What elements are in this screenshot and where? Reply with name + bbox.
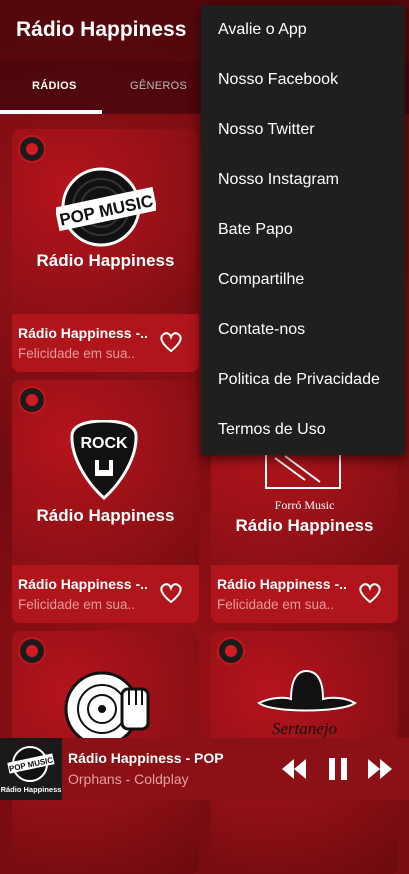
station-badge-icon bbox=[18, 135, 46, 163]
menu-item-share[interactable]: Compartilhe bbox=[218, 271, 304, 289]
tab-indicator bbox=[0, 110, 102, 114]
now-playing-subtitle: Orphans - Coldplay bbox=[68, 771, 189, 787]
menu-item-terms[interactable]: Termos de Uso bbox=[218, 421, 326, 439]
overflow-menu: Avalie o App Nosso Facebook Nosso Twitte… bbox=[201, 5, 405, 455]
guitar-pick-icon: ROCK bbox=[70, 420, 138, 500]
pop-music-logo-icon: POP MUSIC Rádio Happiness bbox=[1, 746, 62, 794]
menu-item-facebook[interactable]: Nosso Facebook bbox=[218, 71, 338, 89]
pause-icon[interactable] bbox=[324, 756, 352, 782]
tab-generos[interactable]: GÊNEROS bbox=[130, 80, 187, 92]
card-name: Rádio Happiness -.. bbox=[18, 576, 148, 592]
favorite-heart-icon[interactable] bbox=[358, 582, 382, 604]
card-info: Rádio Happiness -.. Felicidade em sua.. bbox=[211, 565, 398, 623]
app-title: Rádio Happiness bbox=[16, 18, 187, 41]
now-playing-bar[interactable]: POP MUSIC Rádio Happiness Rádio Happines… bbox=[0, 738, 409, 800]
cowboy-hat-icon bbox=[257, 669, 357, 712]
card-name: Rádio Happiness -.. bbox=[217, 576, 347, 592]
favorite-heart-icon[interactable] bbox=[159, 582, 183, 604]
vinyl-record-icon: POP MUSIC bbox=[56, 167, 156, 247]
station-badge-icon bbox=[18, 637, 46, 665]
menu-item-twitter[interactable]: Nosso Twitter bbox=[218, 121, 315, 139]
rock-logo-text: ROCK bbox=[80, 435, 128, 452]
menu-item-rate-app[interactable]: Avalie o App bbox=[218, 21, 307, 39]
card-info: Rádio Happiness -.. Felicidade em sua.. bbox=[12, 565, 199, 623]
favorite-heart-icon[interactable] bbox=[159, 331, 183, 353]
menu-item-chat[interactable]: Bate Papo bbox=[218, 221, 293, 239]
card-description: Felicidade em sua.. bbox=[18, 346, 136, 361]
tab-radios[interactable]: RÁDIOS bbox=[32, 80, 77, 92]
rewind-icon[interactable] bbox=[280, 756, 308, 782]
card-name: Rádio Happiness -.. bbox=[18, 325, 148, 341]
card-brand: Rádio Happiness bbox=[36, 506, 175, 525]
fast-forward-icon[interactable] bbox=[366, 756, 394, 782]
thumb-brand-text: Rádio Happiness bbox=[1, 785, 62, 794]
now-playing-title: Rádio Happiness - POP bbox=[68, 750, 224, 766]
station-badge-icon bbox=[217, 637, 245, 665]
menu-item-instagram[interactable]: Nosso Instagram bbox=[218, 171, 339, 189]
card-subtitle: Forró Music bbox=[274, 498, 335, 512]
now-playing-thumbnail: POP MUSIC Rádio Happiness bbox=[0, 738, 62, 800]
menu-item-privacy-policy[interactable]: Politica de Privacidade bbox=[218, 371, 380, 389]
radio-card-pop[interactable]: POP MUSIC Rádio Happiness Rádio Happines… bbox=[12, 129, 199, 372]
music-sheet-icon bbox=[265, 450, 341, 489]
menu-item-contact[interactable]: Contate-nos bbox=[218, 321, 305, 339]
card-description: Felicidade em sua.. bbox=[217, 597, 335, 612]
card-script: Sertanejo bbox=[271, 719, 338, 738]
card-thumbnail: ROCK Rádio Happiness bbox=[12, 380, 199, 565]
card-brand: Rádio Happiness bbox=[36, 251, 175, 270]
card-brand: Rádio Happiness bbox=[235, 516, 374, 535]
card-description: Felicidade em sua.. bbox=[18, 597, 136, 612]
card-info: Rádio Happiness -.. Felicidade em sua.. bbox=[12, 314, 199, 372]
card-thumbnail: POP MUSIC Rádio Happiness bbox=[12, 129, 199, 314]
station-badge-icon bbox=[18, 386, 46, 414]
radio-card-rock[interactable]: ROCK Rádio Happiness Rádio Happiness -..… bbox=[12, 380, 199, 623]
dj-hand-icon bbox=[64, 671, 150, 739]
